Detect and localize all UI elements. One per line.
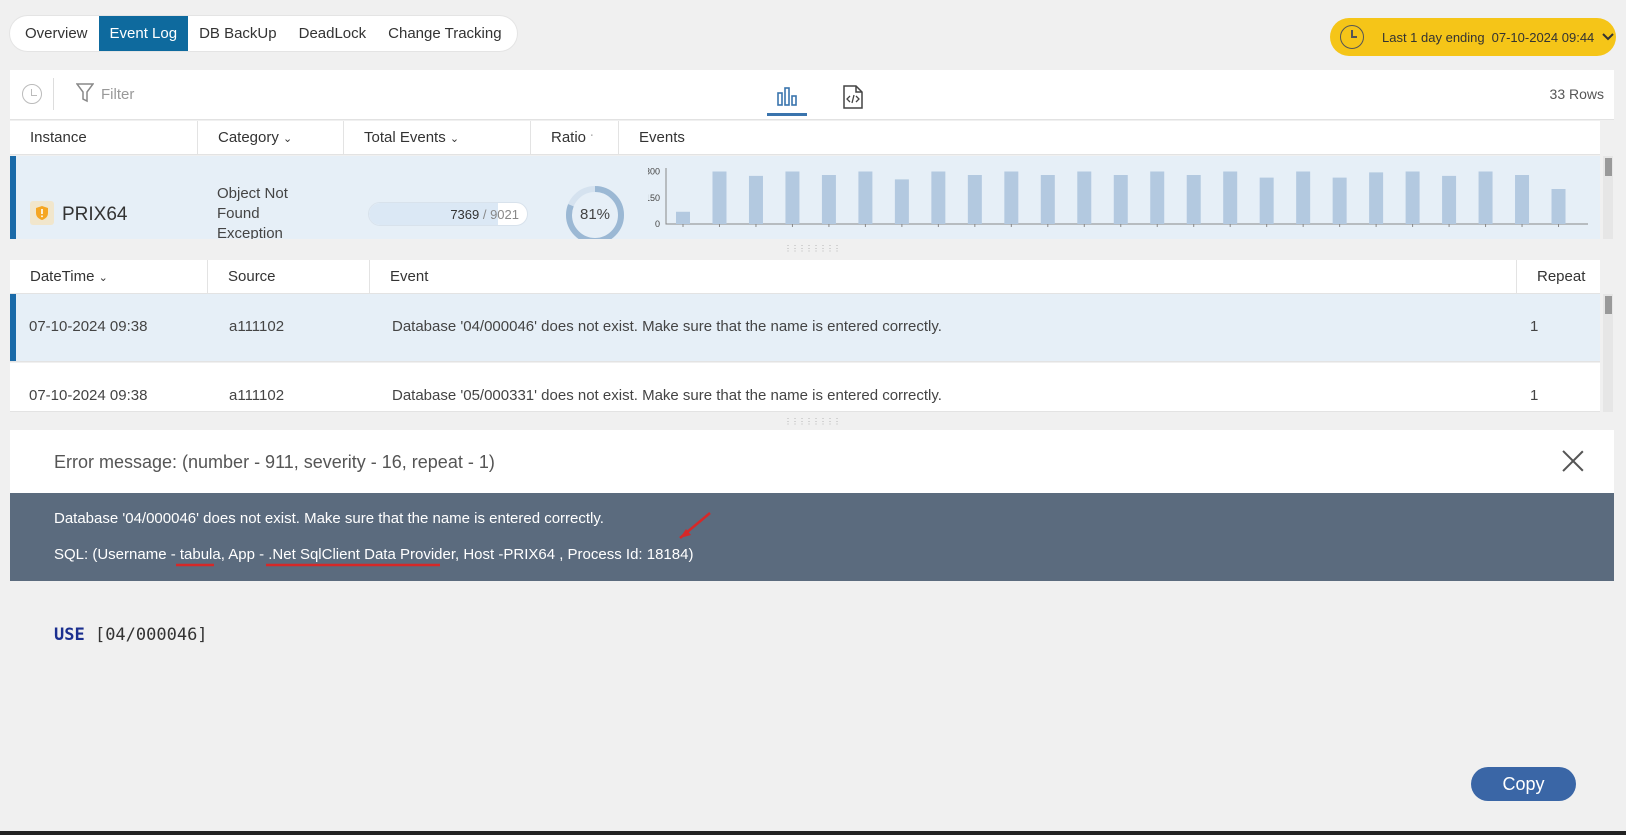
time-range-value: 07-10-2024 09:44 bbox=[1491, 29, 1595, 45]
tab-overview[interactable]: Overview bbox=[14, 16, 99, 51]
detail-header: Error message: (number - 911, severity -… bbox=[10, 430, 1614, 493]
warning-shield-icon bbox=[30, 201, 54, 225]
event-bar[interactable] bbox=[1296, 171, 1311, 225]
instance-grid-header: Instance Category ⌄ Total Events ⌄ Ratio… bbox=[10, 121, 1600, 155]
refresh-icon[interactable] bbox=[22, 84, 42, 104]
event-bar[interactable] bbox=[785, 171, 800, 225]
event-bar[interactable] bbox=[1551, 189, 1566, 224]
instance-scrollbar[interactable] bbox=[1603, 156, 1613, 239]
tab-deadlock[interactable]: DeadLock bbox=[288, 16, 378, 51]
code-file-icon bbox=[843, 85, 863, 109]
event-bar[interactable] bbox=[1150, 171, 1165, 225]
event-source: a111102 bbox=[229, 318, 285, 335]
event-bar[interactable] bbox=[1186, 175, 1201, 224]
splitter-handle[interactable]: ⋮⋮⋮⋮⋮⋮⋮⋮ bbox=[10, 417, 1614, 427]
event-row[interactable]: 07-10-2024 09:38 a111102 Database '05/00… bbox=[10, 363, 1600, 412]
instance-row[interactable]: PRIX64 Object Not Found Exception 7369 /… bbox=[10, 156, 1600, 239]
event-bar[interactable] bbox=[894, 179, 909, 224]
event-repeat: 1 bbox=[1530, 318, 1539, 335]
chevron-down-icon: ⌄ bbox=[283, 133, 293, 145]
error-message-title: Error message: (number - 911, severity -… bbox=[54, 452, 495, 472]
tab-change-tracking[interactable]: Change Tracking bbox=[377, 16, 512, 51]
event-bar[interactable] bbox=[1442, 175, 1457, 224]
event-bar[interactable] bbox=[712, 171, 727, 225]
col-event[interactable]: Event bbox=[370, 260, 1517, 294]
col-instance[interactable]: Instance bbox=[10, 121, 198, 155]
event-grid-header: DateTime ⌄ Source Event Repeat bbox=[10, 260, 1600, 294]
event-bar[interactable] bbox=[1515, 175, 1530, 224]
bar-chart-icon bbox=[777, 86, 797, 106]
bottom-border bbox=[0, 831, 1626, 835]
col-repeat[interactable]: Repeat bbox=[1517, 260, 1600, 294]
event-bar[interactable] bbox=[748, 175, 763, 224]
sort-icon: ˈ bbox=[590, 134, 594, 145]
event-bar[interactable] bbox=[1113, 175, 1128, 224]
splitter-handle[interactable]: ⋮⋮⋮⋮⋮⋮⋮⋮ bbox=[10, 244, 1614, 254]
y-tick-label: 300 bbox=[648, 167, 660, 177]
event-bar[interactable] bbox=[1040, 175, 1055, 224]
filter-input[interactable]: Filter bbox=[101, 86, 134, 103]
col-datetime[interactable]: DateTime ⌄ bbox=[10, 260, 208, 294]
event-bar[interactable] bbox=[1405, 171, 1420, 225]
ratio-value: 81% bbox=[579, 206, 611, 223]
chevron-down-icon: ⌄ bbox=[98, 272, 108, 284]
col-total-events[interactable]: Total Events ⌄ bbox=[344, 121, 531, 155]
event-scrollbar[interactable] bbox=[1603, 294, 1613, 412]
tab-db-backup[interactable]: DB BackUp bbox=[188, 16, 288, 51]
event-bar[interactable] bbox=[858, 171, 873, 225]
chevron-down-icon: ⌄ bbox=[449, 133, 460, 145]
event-message: Database '04/000046' does not exist. Mak… bbox=[392, 318, 942, 335]
red-annotation bbox=[176, 512, 711, 567]
error-details-band: Database '04/000046' does not exist. Mak… bbox=[10, 493, 1614, 581]
copy-button[interactable]: Copy bbox=[1471, 767, 1576, 801]
event-bar[interactable] bbox=[1332, 177, 1347, 224]
event-row[interactable]: 07-10-2024 09:38 a111102 Database '04/00… bbox=[10, 294, 1600, 362]
events-count-text: 7369 / 9021 bbox=[450, 207, 519, 222]
code-view-button[interactable] bbox=[833, 78, 873, 116]
event-bar[interactable] bbox=[1478, 171, 1493, 225]
clock-icon bbox=[1340, 25, 1364, 49]
events-progress-bar: 7369 / 9021 bbox=[368, 202, 528, 226]
category-text: Object Not Found Exception bbox=[217, 185, 288, 239]
toolbar-divider bbox=[53, 78, 54, 110]
col-ratio[interactable]: Ratio ˈ bbox=[531, 121, 619, 155]
y-tick-label: 150 bbox=[648, 193, 660, 203]
col-source[interactable]: Source bbox=[208, 260, 370, 294]
chart-view-button[interactable] bbox=[767, 78, 807, 116]
rows-count: 33 Rows bbox=[1549, 86, 1604, 102]
event-datetime: 07-10-2024 09:38 bbox=[29, 387, 148, 404]
event-source: a111102 bbox=[229, 387, 285, 404]
filter-icon[interactable] bbox=[75, 83, 95, 108]
instance-name: PRIX64 bbox=[62, 204, 128, 225]
event-repeat: 1 bbox=[1530, 387, 1539, 404]
event-bar[interactable] bbox=[1077, 171, 1092, 225]
event-message: Database '05/000331' does not exist. Mak… bbox=[392, 387, 942, 404]
event-bar[interactable] bbox=[1259, 177, 1274, 224]
event-bar[interactable] bbox=[1369, 172, 1384, 224]
view-tabs: Overview Event Log DB BackUp DeadLock Ch… bbox=[10, 16, 517, 51]
events-bar-chart: 300 150 0 bbox=[648, 167, 1588, 229]
toolbar: Filter 33 Rows bbox=[10, 70, 1614, 120]
close-icon[interactable] bbox=[1562, 450, 1584, 472]
time-range-selector[interactable]: Last 1 day ending 07-10-2024 09:44 bbox=[1330, 18, 1616, 56]
col-category[interactable]: Category ⌄ bbox=[198, 121, 344, 155]
event-bar[interactable] bbox=[1223, 171, 1238, 225]
y-tick-label: 0 bbox=[655, 219, 660, 229]
event-bar[interactable] bbox=[931, 171, 946, 225]
event-datetime: 07-10-2024 09:38 bbox=[29, 318, 148, 335]
time-range-label: Last 1 day ending bbox=[1382, 29, 1485, 45]
sql-code-area: USE [04/000046] bbox=[10, 581, 1614, 832]
event-bar[interactable] bbox=[967, 175, 982, 224]
event-bar[interactable] bbox=[676, 211, 690, 224]
event-bar[interactable] bbox=[1004, 171, 1019, 225]
col-events[interactable]: Events bbox=[619, 121, 1600, 155]
tab-event-log[interactable]: Event Log bbox=[98, 16, 189, 51]
event-bar[interactable] bbox=[821, 175, 836, 224]
chevron-down-icon bbox=[1602, 30, 1615, 44]
sql-statement: USE [04/000046] bbox=[54, 625, 208, 645]
